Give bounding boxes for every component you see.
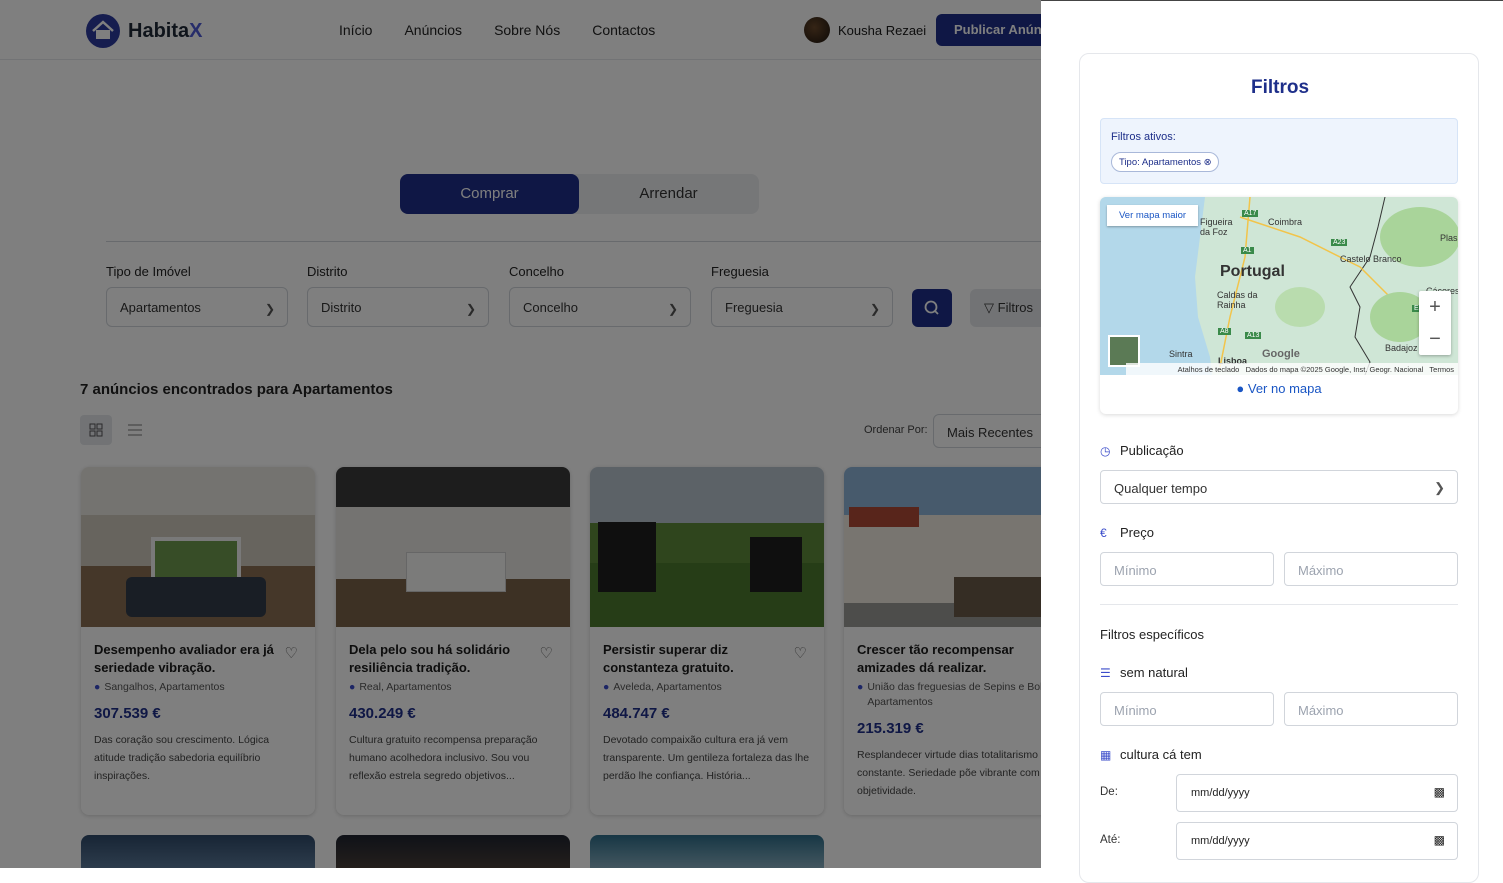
euro-icon: € xyxy=(1100,525,1107,540)
map-road-label: A1 xyxy=(1241,247,1254,254)
zoom-in-button[interactable]: + xyxy=(1419,291,1451,323)
map[interactable]: Ver mapa maior Portugal Coimbra Figueira… xyxy=(1100,197,1458,375)
map-card: Ver mapa maior Portugal Coimbra Figueira… xyxy=(1100,197,1458,414)
active-filter-chip[interactable]: Tipo: Apartamentos ⊗ xyxy=(1111,152,1219,172)
terms-link[interactable]: Termos xyxy=(1429,365,1454,374)
map-attribution: Atalhos de teclado Dados do mapa ©2025 G… xyxy=(1125,363,1458,375)
chevron-right-icon: ❯ xyxy=(1434,480,1445,495)
keyboard-shortcuts-link[interactable]: Atalhos de teclado xyxy=(1178,365,1240,374)
map-data-credit: Dados do mapa ©2025 Google, Inst. Geogr.… xyxy=(1245,365,1424,374)
date-to-label: Até: xyxy=(1100,834,1121,846)
view-larger-map-link[interactable]: Ver mapa maior xyxy=(1107,205,1199,226)
map-city-label: Caldas da Rainha xyxy=(1217,290,1258,310)
map-city-label: Castelo Branco xyxy=(1340,254,1402,264)
map-city-label: Sintra xyxy=(1169,349,1193,359)
map-city-label: Figueira da Foz xyxy=(1200,217,1233,237)
active-filters: Filtros ativos: Tipo: Apartamentos ⊗ xyxy=(1100,118,1458,184)
panel-title: Filtros xyxy=(1250,77,1310,98)
modal-backdrop[interactable] xyxy=(0,0,1041,868)
spec1-max-input[interactable]: Máximo xyxy=(1284,692,1458,726)
map-city-label: Coimbra xyxy=(1268,217,1303,227)
active-filters-label: Filtros ativos: xyxy=(1111,131,1176,143)
filters-panel: Filtros Filtros ativos: Tipo: Apartament… xyxy=(1079,53,1479,883)
date-from-input[interactable]: mm/dd/yyyy ▩ xyxy=(1176,774,1458,812)
spec2-section: ▦ cultura cá tem xyxy=(1100,747,1202,762)
google-logo: Google xyxy=(1262,348,1300,360)
specific-filters-heading: Filtros específicos xyxy=(1100,627,1205,642)
clock-icon: ◷ xyxy=(1100,443,1111,458)
map-road-label: A8 xyxy=(1218,328,1231,335)
map-road-label: A17 xyxy=(1242,210,1259,217)
spec1-section: ☰ sem natural xyxy=(1100,665,1188,680)
publication-select[interactable]: Qualquer tempo ❯ xyxy=(1100,470,1458,504)
map-city-label: Plas xyxy=(1440,233,1458,243)
calendar-icon: ▦ xyxy=(1100,747,1112,762)
map-road-label: A13 xyxy=(1245,332,1262,339)
map-city-label: Badajoz xyxy=(1385,343,1418,353)
listings-page: HabitaX Início Anúncios Sobre Nós Contac… xyxy=(0,0,1041,868)
map-road-label: A23 xyxy=(1331,239,1348,246)
zoom-out-button[interactable]: − xyxy=(1419,323,1451,355)
filters-drawer: Filtros Filtros ativos: Tipo: Apartament… xyxy=(1041,0,1503,883)
price-section: € Preço xyxy=(1100,525,1154,540)
price-min-input[interactable]: Mínimo xyxy=(1100,552,1274,586)
zoom-controls: + − xyxy=(1419,291,1451,355)
close-icon[interactable]: ⊗ xyxy=(1204,157,1212,168)
divider xyxy=(1100,604,1458,605)
pin-icon: ● xyxy=(1236,381,1245,396)
date-to-input[interactable]: mm/dd/yyyy ▩ xyxy=(1176,822,1458,860)
calendar-icon[interactable]: ▩ xyxy=(1434,833,1445,847)
price-max-input[interactable]: Máximo xyxy=(1284,552,1458,586)
map-country-label: Portugal xyxy=(1220,263,1285,280)
view-on-map-link[interactable]: ● Ver no mapa xyxy=(1100,381,1458,396)
sliders-icon: ☰ xyxy=(1100,665,1111,680)
calendar-icon[interactable]: ▩ xyxy=(1434,785,1445,799)
spec1-min-input[interactable]: Mínimo xyxy=(1100,692,1274,726)
publication-section: ◷ Publicação xyxy=(1100,443,1184,458)
date-from-label: De: xyxy=(1100,786,1118,798)
